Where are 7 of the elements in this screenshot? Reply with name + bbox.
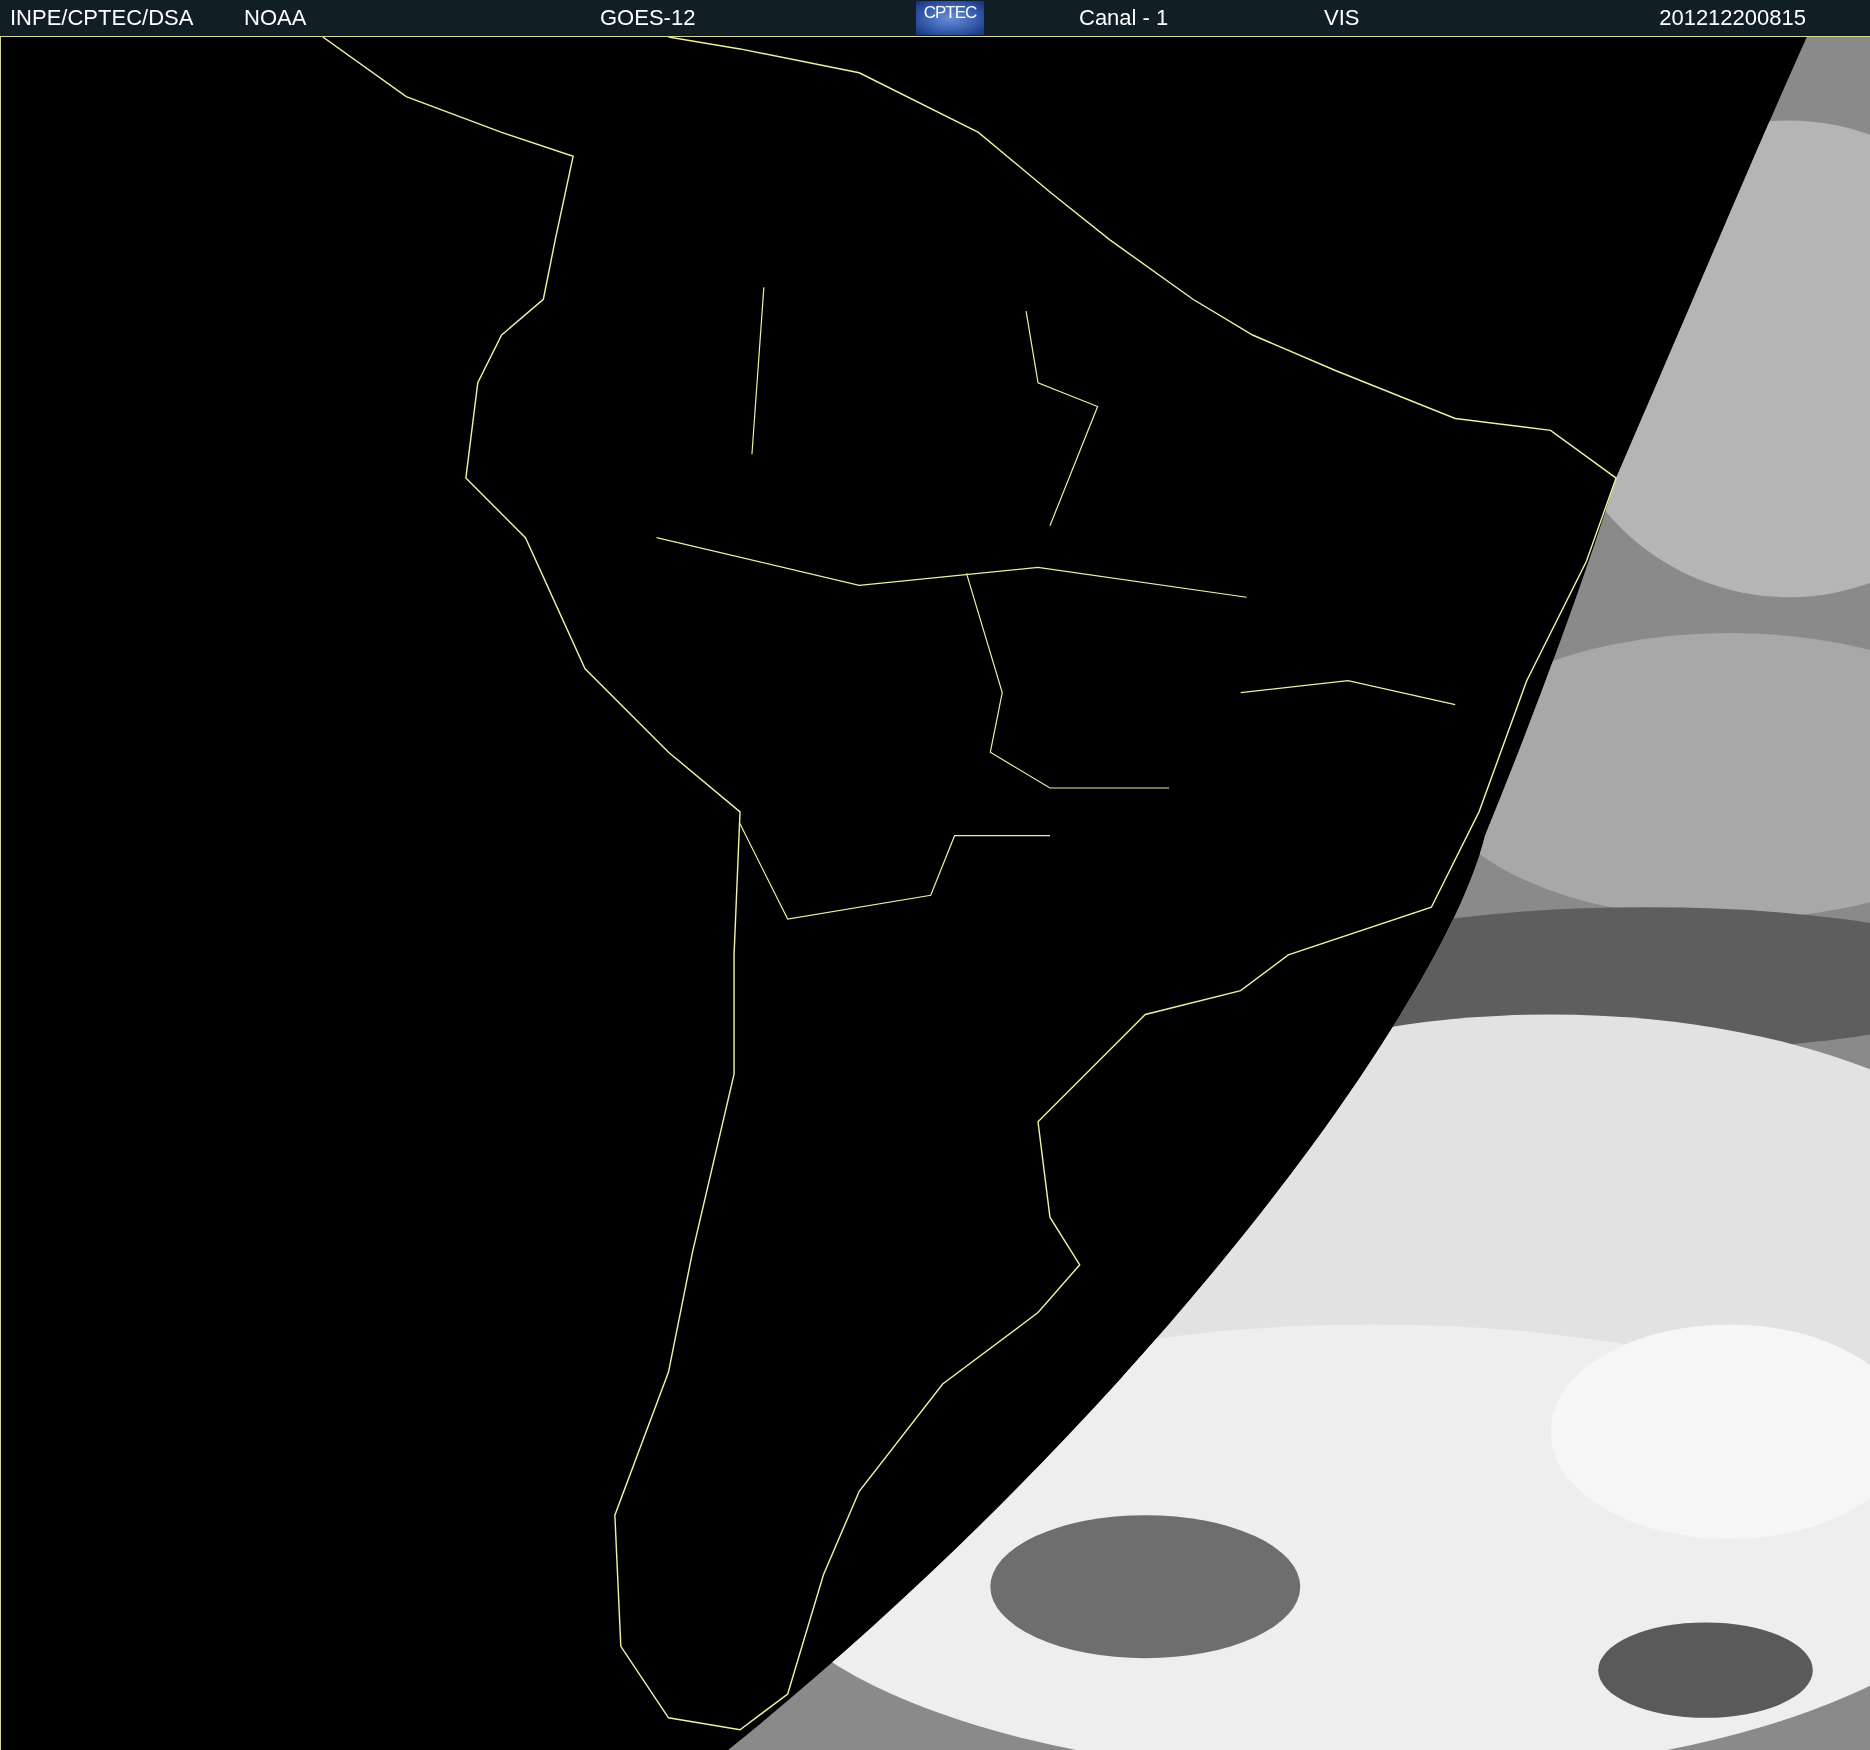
header-label: Canal - 1: [1079, 5, 1170, 31]
logo: CPTEC: [916, 1, 984, 35]
header-label: VIS: [1324, 5, 1360, 31]
header-label: 201212200815: [1659, 5, 1806, 31]
header-label: INPE/CPTEC/DSA: [10, 5, 195, 31]
header-label: GOES-12: [600, 5, 697, 31]
header-label: NOAA: [244, 5, 308, 31]
